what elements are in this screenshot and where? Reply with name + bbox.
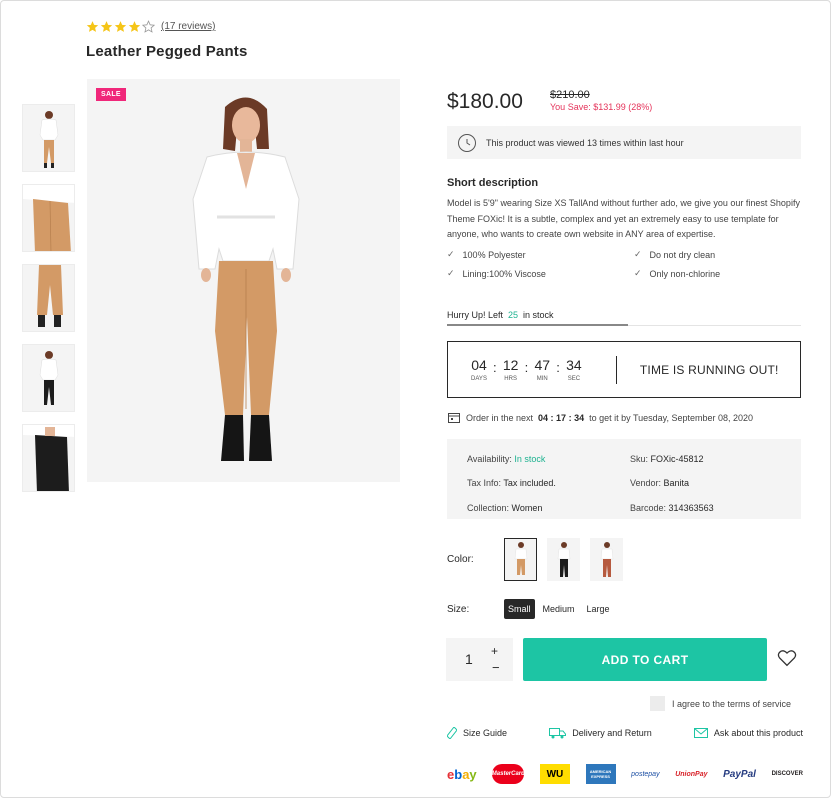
- countdown-days: 04 DAYS: [471, 357, 487, 382]
- size-guide-link[interactable]: Size Guide: [447, 727, 507, 739]
- mastercard-logo: MasterCard: [492, 764, 525, 784]
- thumbnail-pants-back[interactable]: [22, 264, 75, 332]
- short-description-text: Model is 5'9" wearing Size XS TallAnd wi…: [447, 198, 800, 239]
- old-price: $210.00: [550, 89, 590, 101]
- star-empty-icon: [142, 20, 155, 33]
- postepay-logo: postepay: [631, 770, 660, 778]
- size-label: Size:: [447, 604, 470, 615]
- envelope-icon: [693, 728, 708, 738]
- star-rating: [86, 20, 155, 33]
- vendor: Vendor: Banita: [630, 478, 690, 489]
- stock-count: 25: [508, 310, 519, 320]
- sku: Sku: FOXic-45812: [630, 454, 704, 464]
- collection: Collection: Women: [467, 502, 543, 513]
- size-option-small[interactable]: Small: [504, 599, 535, 619]
- reviews-link[interactable]: (17 reviews): [161, 21, 215, 32]
- countdown-minutes: 47 MIN: [534, 357, 551, 382]
- quantity-plus-button[interactable]: +: [491, 644, 498, 658]
- product-links: Size Guide Delivery and Return Ask about…: [447, 727, 803, 739]
- terms-label: I agree to the terms of service: [672, 698, 792, 709]
- star-filled-icon: [100, 21, 113, 32]
- barcode: Barcode: 314363563: [630, 502, 714, 513]
- check-icon: ✓: [447, 249, 455, 259]
- heart-icon[interactable]: [777, 649, 797, 667]
- quantity-value[interactable]: 1: [465, 651, 473, 667]
- countdown-seconds: 34 SEC: [566, 357, 582, 382]
- check-icon: ✓: [447, 268, 455, 278]
- product-info-box: Availability: In stock Sku: FOXic-45812 …: [447, 439, 801, 519]
- feature-item: ✓ Do not dry clean: [634, 249, 716, 260]
- thumbnail-model-black[interactable]: [22, 344, 75, 412]
- viewed-text: This product was viewed 13 times within …: [486, 137, 684, 148]
- color-swatch-tan[interactable]: [504, 538, 537, 581]
- star-filled-icon: [86, 21, 99, 32]
- size-option-medium[interactable]: Medium: [539, 599, 579, 619]
- countdown-timer: 04 DAYS : 12 HRS : 47 MIN : 34 SEC TIME IS R…: [447, 341, 801, 398]
- payment-methods: ebay MasterCard WU AMERICAN EXPRESS post…: [447, 764, 803, 784]
- product-title: Leather Pegged Pants: [86, 43, 248, 60]
- thumbnail-black-pants[interactable]: [22, 424, 75, 492]
- current-price: $180.00: [447, 90, 523, 113]
- feature-item: ✓ 100% Polyester: [447, 249, 526, 260]
- clock-hand-icon: [458, 133, 476, 152]
- add-to-cart-button[interactable]: ADD TO CART: [523, 638, 767, 681]
- western-union-logo: WU: [539, 764, 570, 784]
- tax-info: Tax Info: Tax included.: [467, 478, 556, 489]
- short-description-title: Short description: [447, 177, 539, 189]
- product-card: (17 reviews) Leather Pegged Pants SALE $…: [0, 0, 831, 798]
- size-option-large[interactable]: Large: [583, 599, 614, 619]
- order-countdown: 04 : 17 : 34: [538, 412, 585, 423]
- countdown-message: TIME IS RUNNING OUT!: [639, 362, 779, 377]
- rating: (17 reviews): [86, 20, 215, 33]
- viewed-notice: This product was viewed 13 times within …: [447, 126, 801, 159]
- terms-agreement: I agree to the terms of service: [650, 696, 791, 711]
- stock-progress-fill: [447, 324, 628, 326]
- color-label: Color:: [447, 554, 474, 565]
- countdown-hours: 12 HRS: [502, 357, 519, 382]
- discover-logo: DISCOVER: [771, 771, 803, 777]
- ruler-icon: [447, 727, 457, 739]
- check-icon: ✓: [634, 249, 642, 259]
- size-options: Small Medium Large: [504, 599, 614, 619]
- feature-item: ✓ Only non-chlorine: [634, 268, 721, 279]
- ebay-logo: ebay: [447, 766, 477, 782]
- sale-badge: SALE: [96, 88, 126, 101]
- thumbnail-model-front[interactable]: [22, 104, 75, 172]
- terms-checkbox[interactable]: [650, 696, 665, 711]
- amex-logo: AMERICAN EXPRESS: [585, 764, 616, 784]
- color-swatch-black[interactable]: [547, 538, 580, 581]
- stock-notice: Hurry Up! Left 25 in stock: [447, 310, 554, 320]
- countdown-divider: [615, 355, 617, 384]
- color-swatch-rust[interactable]: [590, 538, 623, 581]
- model-illustration: [192, 97, 300, 461]
- delivery-estimate: Order in the next 04 : 17 : 34 to get it…: [448, 412, 753, 423]
- star-filled-icon: [128, 21, 141, 32]
- quantity-stepper: 1 + −: [446, 638, 513, 681]
- thumbnail-pants-side[interactable]: [22, 184, 75, 252]
- thumbnail-list: [22, 104, 75, 504]
- color-swatches: [504, 538, 623, 581]
- main-product-image[interactable]: SALE: [87, 79, 400, 482]
- paypal-logo: PayPal: [723, 768, 756, 780]
- feature-list: ✓ 100% Polyester ✓ Do not dry clean ✓ Linin…: [447, 249, 803, 279]
- ask-product-link[interactable]: Ask about this product: [693, 727, 803, 739]
- availability: Availability: In stock: [467, 454, 546, 464]
- star-filled-icon: [114, 21, 127, 32]
- truck-icon: [549, 727, 567, 738]
- feature-item: ✓ Lining:100% Viscose: [447, 268, 546, 279]
- delivery-return-link[interactable]: Delivery and Return: [549, 727, 652, 739]
- calendar-icon: [448, 413, 460, 423]
- you-save-text: You Save: $131.99 (28%): [550, 102, 653, 112]
- check-icon: ✓: [634, 268, 642, 278]
- unionpay-logo: UnionPay: [675, 770, 708, 778]
- quantity-minus-button[interactable]: −: [492, 660, 500, 675]
